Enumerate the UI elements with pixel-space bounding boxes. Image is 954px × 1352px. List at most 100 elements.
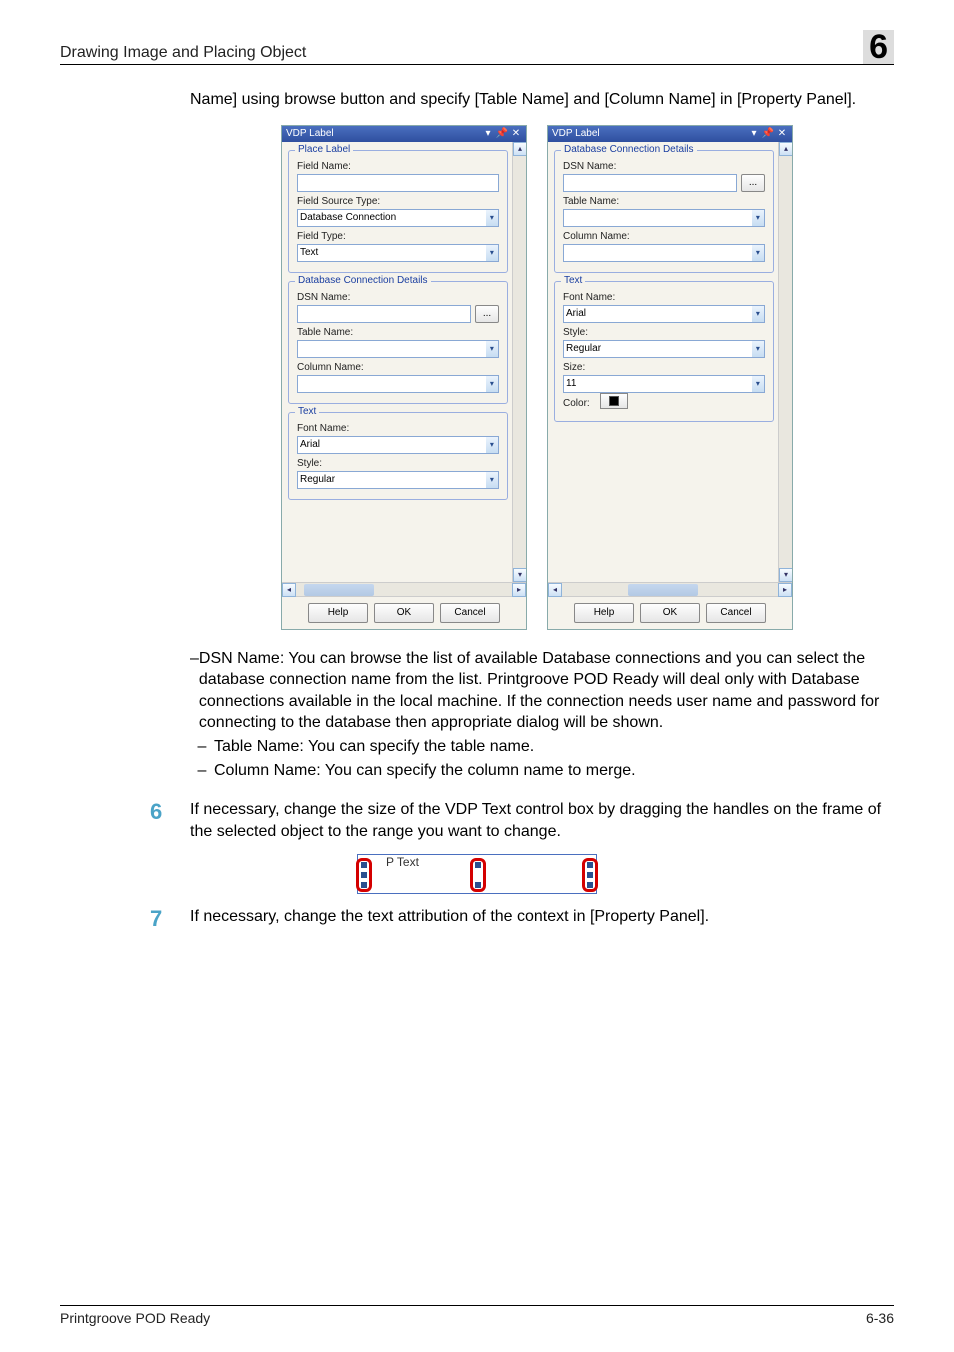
chevron-down-icon[interactable]: ▾ (752, 209, 765, 227)
scroll-left-icon[interactable]: ◂ (282, 583, 296, 597)
group-legend: Database Connection Details (561, 144, 697, 155)
vdp-text-label: P Text (386, 855, 419, 869)
chevron-down-icon[interactable]: ▾ (752, 305, 765, 323)
size-label: Size: (563, 362, 765, 373)
place-label-group: Place Label Field Name: Field Source Typ… (288, 150, 508, 273)
style-select[interactable]: Regular (297, 471, 486, 489)
scroll-right-icon[interactable]: ▸ (512, 583, 526, 597)
close-icon[interactable]: ✕ (776, 128, 788, 140)
font-name-select[interactable]: Arial (297, 436, 486, 454)
color-picker[interactable] (600, 393, 628, 409)
panel-titlebar[interactable]: VDP Label ▾ 📌 ✕ (548, 126, 792, 142)
vertical-scrollbar[interactable]: ▴ ▾ (512, 142, 526, 582)
table-name-select[interactable] (563, 209, 752, 227)
chevron-down-icon[interactable]: ▾ (752, 244, 765, 262)
panel-titlebar[interactable]: VDP Label ▾ 📌 ✕ (282, 126, 526, 142)
pin-icon[interactable]: 📌 (762, 128, 774, 140)
scroll-up-icon[interactable]: ▴ (513, 142, 526, 156)
table-name-select[interactable] (297, 340, 486, 358)
screenshot-pair: VDP Label ▾ 📌 ✕ ▴ ▾ Place Label Field Na… (190, 125, 884, 630)
chevron-down-icon[interactable]: ▾ (486, 340, 499, 358)
scroll-right-icon[interactable]: ▸ (778, 583, 792, 597)
vdp-text-handles-figure: P Text (60, 854, 894, 894)
group-legend: Database Connection Details (295, 275, 431, 286)
color-label: Color: (563, 398, 590, 409)
chevron-down-icon[interactable]: ▾ (486, 375, 499, 393)
vdp-label-panel-right: VDP Label ▾ 📌 ✕ ▴ ▾ Database Connection … (547, 125, 793, 630)
resize-handle-right[interactable] (582, 858, 598, 892)
footer-page: 6-36 (866, 1310, 894, 1326)
ok-button[interactable]: OK (640, 603, 700, 623)
chapter-number: 6 (863, 30, 894, 64)
chevron-down-icon[interactable]: ▾ (486, 436, 499, 454)
chevron-down-icon[interactable]: ▾ (486, 471, 499, 489)
scroll-thumb[interactable] (304, 584, 374, 596)
scroll-down-icon[interactable]: ▾ (513, 568, 526, 582)
size-select[interactable]: 11 (563, 375, 752, 393)
step-7-number: 7 (150, 906, 190, 932)
dsn-name-label: DSN Name: (563, 161, 765, 172)
vertical-scrollbar[interactable]: ▴ ▾ (778, 142, 792, 582)
help-button[interactable]: Help (308, 603, 368, 623)
chevron-down-icon[interactable]: ▾ (752, 375, 765, 393)
ok-button[interactable]: OK (374, 603, 434, 623)
field-name-label: Field Name: (297, 161, 499, 172)
dropdown-icon[interactable]: ▾ (748, 128, 760, 140)
style-label: Style: (563, 327, 765, 338)
step-7-text: If necessary, change the text attributio… (190, 906, 894, 928)
column-name-select[interactable] (297, 375, 486, 393)
resize-handle-center[interactable] (470, 858, 486, 892)
text-group: Text Font Name: Arial ▾ Style: Regular ▾ (288, 412, 508, 500)
group-legend: Text (561, 275, 585, 286)
font-name-label: Font Name: (563, 292, 765, 303)
horizontal-scrollbar[interactable]: ◂ ▸ (548, 582, 792, 596)
text-group: Text Font Name: Arial ▾ Style: Regular ▾… (554, 281, 774, 422)
section-title: Drawing Image and Placing Object (60, 44, 306, 62)
bullet-dsn: –DSN Name: You can browse the list of av… (190, 648, 884, 734)
chevron-down-icon[interactable]: ▾ (752, 340, 765, 358)
vdp-label-panel-left: VDP Label ▾ 📌 ✕ ▴ ▾ Place Label Field Na… (281, 125, 527, 630)
style-select[interactable]: Regular (563, 340, 752, 358)
scroll-left-icon[interactable]: ◂ (548, 583, 562, 597)
page-footer: Printgroove POD Ready 6-36 (60, 1305, 894, 1326)
column-name-select[interactable] (563, 244, 752, 262)
cancel-button[interactable]: Cancel (706, 603, 766, 623)
dialog-buttons: Help OK Cancel (548, 596, 792, 629)
column-name-label: Column Name: (297, 362, 499, 373)
dropdown-icon[interactable]: ▾ (482, 128, 494, 140)
cancel-button[interactable]: Cancel (440, 603, 500, 623)
step-6-number: 6 (150, 799, 190, 825)
continuation-paragraph: Name] using browse button and specify [T… (190, 89, 884, 111)
field-source-type-select[interactable]: Database Connection (297, 209, 486, 227)
group-legend: Place Label (295, 144, 353, 155)
chevron-down-icon[interactable]: ▾ (486, 209, 499, 227)
scroll-up-icon[interactable]: ▴ (779, 142, 792, 156)
help-button[interactable]: Help (574, 603, 634, 623)
chevron-down-icon[interactable]: ▾ (486, 244, 499, 262)
bullet-column: –Column Name: You can specify the column… (190, 760, 884, 782)
panel-title: VDP Label (552, 128, 600, 139)
bullet-table: –Table Name: You can specify the table n… (190, 736, 884, 758)
field-name-input[interactable] (297, 174, 499, 192)
column-name-label: Column Name: (563, 231, 765, 242)
browse-button[interactable]: ... (475, 305, 499, 323)
group-legend: Text (295, 406, 319, 417)
font-name-select[interactable]: Arial (563, 305, 752, 323)
db-connection-group: Database Connection Details DSN Name: ..… (554, 150, 774, 273)
close-icon[interactable]: ✕ (510, 128, 522, 140)
field-source-type-label: Field Source Type: (297, 196, 499, 207)
table-name-label: Table Name: (297, 327, 499, 338)
resize-handle-left[interactable] (356, 858, 372, 892)
dsn-name-input[interactable] (297, 305, 471, 323)
pin-icon[interactable]: 📌 (496, 128, 508, 140)
scroll-thumb[interactable] (628, 584, 698, 596)
scroll-down-icon[interactable]: ▾ (779, 568, 792, 582)
horizontal-scrollbar[interactable]: ◂ ▸ (282, 582, 526, 596)
dsn-name-input[interactable] (563, 174, 737, 192)
field-type-select[interactable]: Text (297, 244, 486, 262)
field-type-label: Field Type: (297, 231, 499, 242)
dsn-name-label: DSN Name: (297, 292, 499, 303)
style-label: Style: (297, 458, 499, 469)
font-name-label: Font Name: (297, 423, 499, 434)
browse-button[interactable]: ... (741, 174, 765, 192)
